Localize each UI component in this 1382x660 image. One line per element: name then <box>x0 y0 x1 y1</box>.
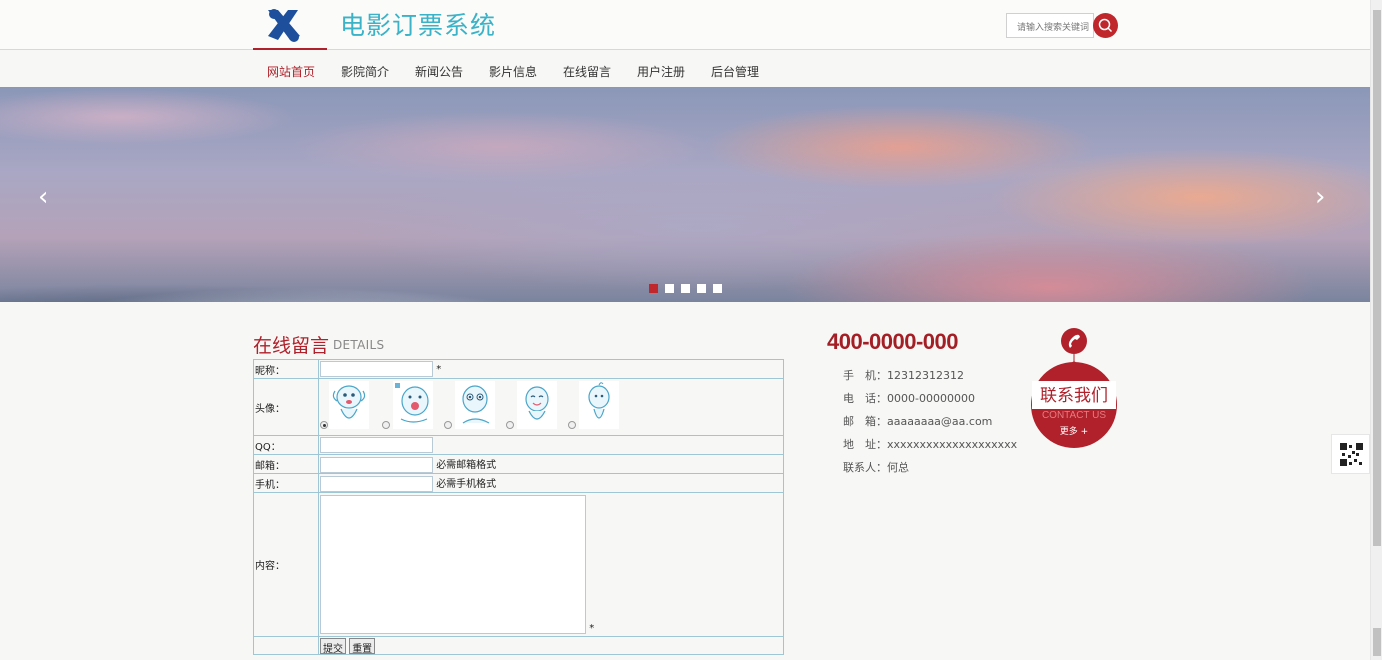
content-label: 内容： <box>253 492 319 637</box>
banner-dot[interactable] <box>681 284 690 293</box>
email-label: 邮箱： <box>253 454 319 474</box>
avatar-radio[interactable] <box>444 421 452 429</box>
contact-badge-more: 更多 + <box>1060 425 1088 437</box>
site-logo[interactable] <box>262 6 306 44</box>
avatar-radio[interactable] <box>382 421 390 429</box>
mobile-input[interactable] <box>320 475 433 492</box>
qq-label: QQ： <box>253 435 319 455</box>
nav-item-home[interactable]: 网站首页 <box>267 50 315 87</box>
section-subtitle: DETAILS <box>333 338 385 352</box>
content-textarea[interactable] <box>320 495 586 634</box>
page-scrollbar[interactable] <box>1370 0 1382 660</box>
banner-dot[interactable] <box>697 284 706 293</box>
avatar-5-image[interactable] <box>579 381 619 429</box>
contact-mobile: 手 机：12312312312 <box>843 369 964 382</box>
search-icon <box>1098 18 1113 33</box>
avatar-picker <box>318 378 784 436</box>
guestbook-form: 昵称： * 头像： QQ： 邮箱： 必需邮箱格式 手机： 必需手机格式 内容： … <box>253 359 784 655</box>
qr-code-icon[interactable] <box>1331 434 1370 474</box>
contact-email: 邮 箱：aaaaaaaa@aa.com <box>843 415 993 428</box>
avatar-3-image[interactable] <box>455 381 495 429</box>
reset-button[interactable]: 重置 <box>349 637 376 655</box>
contact-badge-subtitle: CONTACT US <box>1042 410 1106 421</box>
site-title: 电影订票系统 <box>340 11 497 40</box>
banner-prev-arrow[interactable]: ‹ <box>38 182 48 212</box>
contact-address: 地 址：xxxxxxxxxxxxxxxxxxxx <box>843 438 1018 451</box>
nickname-input[interactable] <box>320 361 433 377</box>
contact-tel: 电 话：0000-00000000 <box>843 392 975 405</box>
nav-item-cinema-intro[interactable]: 影院简介 <box>341 50 389 87</box>
banner-dot[interactable] <box>713 284 722 293</box>
contact-person: 联系人：何总 <box>843 461 909 474</box>
site-header: 电影订票系统 请输入搜索关键词 <box>0 0 1370 50</box>
contact-us-badge[interactable]: 联系我们 CONTACT US 更多 + <box>1030 327 1118 449</box>
nav-item-guestbook[interactable]: 在线留言 <box>563 50 611 87</box>
contact-badge-title: 联系我们 <box>1040 386 1108 406</box>
avatar-label: 头像： <box>253 378 319 436</box>
scrollbar-thumb[interactable] <box>1373 10 1381 546</box>
search-input[interactable]: 请输入搜索关键词 <box>1006 13 1094 38</box>
avatar-radio[interactable] <box>320 421 328 429</box>
search-button[interactable] <box>1093 13 1118 38</box>
avatar-2-image[interactable] <box>393 381 433 429</box>
nav-item-news[interactable]: 新闻公告 <box>415 50 463 87</box>
required-mark: * <box>589 623 595 634</box>
section-title: 在线留言 <box>253 335 330 357</box>
banner-dot[interactable] <box>649 284 658 293</box>
email-input[interactable] <box>320 456 433 473</box>
phone-icon: 联系我们 CONTACT US 更多 + <box>1031 328 1117 448</box>
nav-item-movies[interactable]: 影片信息 <box>489 50 537 87</box>
qq-input[interactable] <box>320 437 433 453</box>
mobile-hint: 必需手机格式 <box>436 478 497 490</box>
avatar-radio[interactable] <box>506 421 514 429</box>
nav-item-register[interactable]: 用户注册 <box>637 50 685 87</box>
avatar-radio[interactable] <box>568 421 576 429</box>
email-hint: 必需邮箱格式 <box>436 459 497 471</box>
required-mark: * <box>436 364 442 375</box>
hero-banner: ‹ › <box>0 87 1370 302</box>
scrollbar-thumb[interactable] <box>1373 628 1381 656</box>
submit-button[interactable]: 提交 <box>320 637 346 655</box>
banner-next-arrow[interactable]: › <box>1315 182 1325 212</box>
mobile-label: 手机： <box>253 473 319 493</box>
nav-item-admin[interactable]: 后台管理 <box>711 50 759 87</box>
banner-dot[interactable] <box>665 284 674 293</box>
avatar-1-image[interactable] <box>329 381 369 429</box>
actions-label-cell <box>253 636 319 655</box>
hotline-number: 400-0000-000 <box>827 329 959 354</box>
avatar-4-image[interactable] <box>517 381 557 429</box>
nickname-label: 昵称： <box>253 359 319 379</box>
